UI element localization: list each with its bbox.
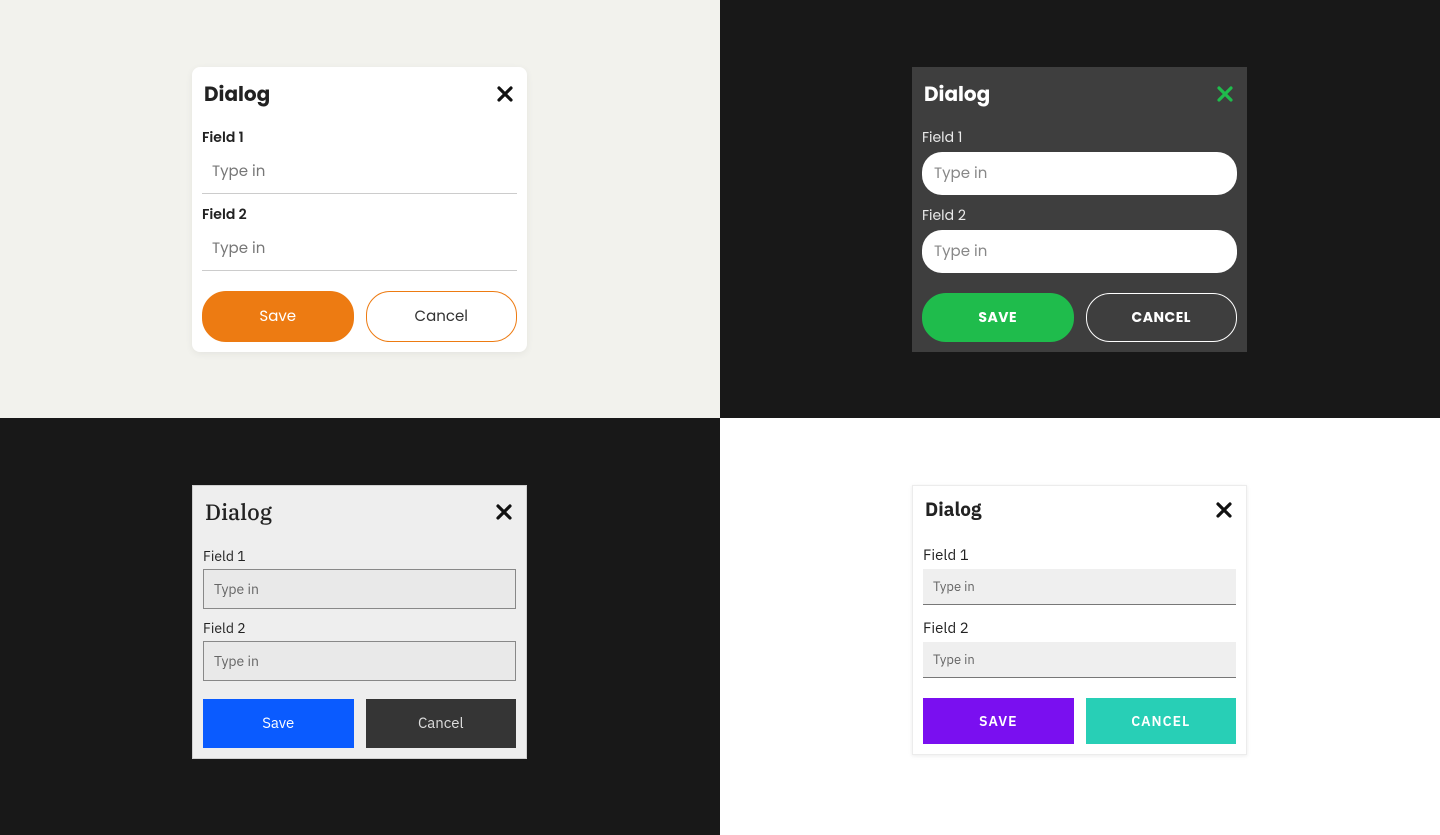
dialog-title: Dialog — [204, 79, 270, 109]
dialog-header: Dialog — [202, 77, 517, 117]
dialog-title: Dialog — [925, 498, 981, 522]
field-label: Field 2 — [202, 204, 517, 225]
theme-dark-green: Dialog Field 1 Field 2 SAVE CANCEL — [720, 0, 1440, 418]
field-2-input[interactable] — [202, 227, 517, 271]
form-field: Field 2 — [923, 619, 1236, 678]
form-field: Field 2 — [922, 205, 1237, 273]
cancel-button[interactable]: CANCEL — [1086, 293, 1238, 342]
cancel-button[interactable]: CANCEL — [1086, 698, 1237, 744]
dialog: Dialog Field 1 Field 2 SAVE CANCEL — [912, 485, 1247, 755]
field-1-input[interactable] — [202, 150, 517, 194]
theme-light-orange: Dialog Field 1 Field 2 Save Cancel — [0, 0, 720, 418]
dialog-header: Dialog — [922, 77, 1237, 117]
save-button[interactable]: Save — [203, 699, 354, 748]
form-field: Field 1 — [922, 127, 1237, 195]
close-icon[interactable] — [1216, 502, 1232, 518]
close-icon[interactable] — [497, 86, 513, 102]
field-label: Field 2 — [923, 619, 1236, 638]
theme-light-violet: Dialog Field 1 Field 2 SAVE CANCEL — [720, 418, 1440, 835]
field-label: Field 1 — [202, 127, 517, 148]
field-label: Field 1 — [923, 546, 1236, 565]
form-field: Field 1 — [923, 546, 1236, 605]
field-2-input[interactable] — [922, 230, 1237, 273]
field-2-input[interactable] — [203, 641, 516, 681]
save-button[interactable]: SAVE — [923, 698, 1074, 744]
form-field: Field 1 — [203, 547, 516, 609]
dialog: Dialog Field 1 Field 2 SAVE CANCEL — [912, 67, 1247, 352]
theme-boxy-blue: Dialog Field 1 Field 2 Save Cancel — [0, 418, 720, 835]
close-icon[interactable] — [496, 504, 512, 520]
form-field: Field 2 — [203, 619, 516, 681]
field-2-input[interactable] — [923, 642, 1236, 678]
field-label: Field 1 — [203, 547, 516, 565]
dialog-actions: SAVE CANCEL — [922, 293, 1237, 342]
field-1-input[interactable] — [923, 569, 1236, 605]
field-1-input[interactable] — [203, 569, 516, 609]
dialog: Dialog Field 1 Field 2 Save Cancel — [192, 485, 527, 759]
dialog-actions: SAVE CANCEL — [923, 698, 1236, 744]
form-field: Field 1 — [202, 127, 517, 194]
dialog-header: Dialog — [923, 496, 1236, 532]
close-icon[interactable] — [1217, 86, 1233, 102]
cancel-button[interactable]: Cancel — [366, 699, 517, 748]
field-label: Field 1 — [922, 127, 1237, 148]
save-button[interactable]: Save — [202, 291, 354, 342]
dialog-title: Dialog — [924, 79, 990, 109]
cancel-button[interactable]: Cancel — [366, 291, 518, 342]
dialog: Dialog Field 1 Field 2 Save Cancel — [192, 67, 527, 352]
field-label: Field 2 — [922, 205, 1237, 226]
form-field: Field 2 — [202, 204, 517, 271]
dialog-actions: Save Cancel — [202, 291, 517, 342]
dialog-header: Dialog — [203, 496, 516, 537]
save-button[interactable]: SAVE — [922, 293, 1074, 342]
field-1-input[interactable] — [922, 152, 1237, 195]
dialog-title: Dialog — [205, 498, 272, 527]
dialog-actions: Save Cancel — [203, 699, 516, 748]
field-label: Field 2 — [203, 619, 516, 637]
